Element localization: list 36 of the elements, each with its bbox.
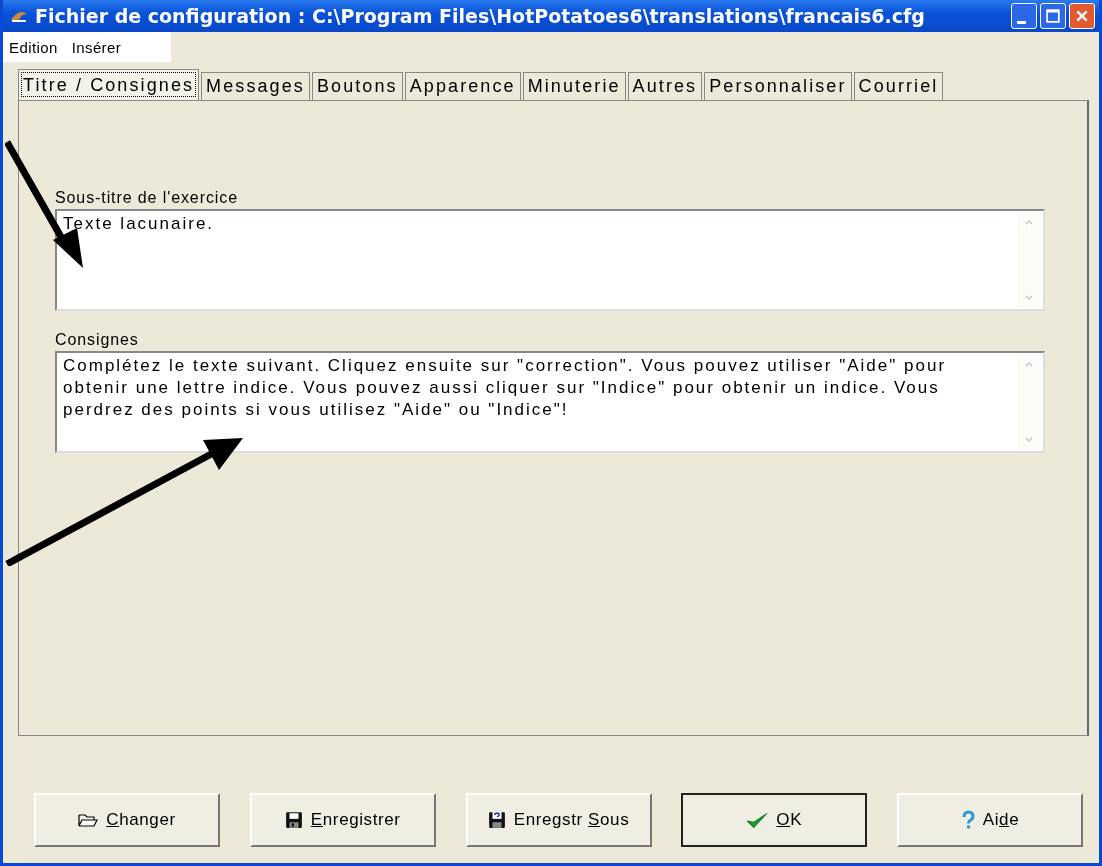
floppy-question-icon <box>487 811 506 829</box>
tab[interactable]: Minuterie <box>522 72 626 100</box>
dialog-button[interactable]: Aide <box>897 793 1083 847</box>
minimize-button[interactable] <box>1011 3 1037 29</box>
scrollbar[interactable] <box>1017 213 1041 307</box>
field-label: Sous-titre de l'exercice <box>55 189 239 207</box>
text-area[interactable]: Texte lacunaire. <box>55 209 1045 311</box>
dialog-button[interactable]: OK <box>681 793 868 847</box>
tab[interactable]: Courriel <box>853 72 944 100</box>
field-label: Consignes <box>55 331 140 349</box>
maximize-icon <box>1046 9 1060 23</box>
tab[interactable]: Messages <box>201 72 310 100</box>
question-mark-icon <box>960 810 975 830</box>
scroll-down-icon <box>1024 435 1034 445</box>
scroll-up-icon <box>1024 217 1034 227</box>
scroll-up-icon <box>1024 359 1034 369</box>
menu-item[interactable]: Insérer <box>71 38 122 56</box>
scroll-down-icon <box>1024 293 1034 303</box>
dialog-button[interactable]: Enregstr Sous <box>465 793 652 847</box>
tab[interactable]: Titre / Consignes <box>18 69 200 100</box>
tab[interactable]: Personnaliser <box>704 72 852 100</box>
text-area[interactable]: Complétez le texte suivant. Cliquez ensuite sur "correction". Vous pouvez utiliser "Aide" pour obtenir une lettre indice. Vous pouvez aussi cliquer sur "Indice" pour obtenir un indice. Vous perdrez des points si vous utilisez "Aide" ou "Indice"! <box>55 351 1045 453</box>
dialog-button[interactable]: Enregistrer <box>249 793 436 847</box>
close-icon <box>1075 9 1089 23</box>
folder-icon <box>78 812 99 828</box>
tab[interactable]: Autres <box>627 72 703 100</box>
maximize-button[interactable] <box>1040 3 1066 29</box>
tab[interactable]: Boutons <box>311 72 403 100</box>
scrollbar[interactable] <box>1017 355 1041 449</box>
menu-item[interactable]: Edition <box>9 38 58 56</box>
dialog-button[interactable]: Changer <box>34 793 220 847</box>
window-title: Fichier de configuration : C:\Program Files\HotPotatoes6\translations\francais6.cfg <box>35 5 926 27</box>
checkmark-icon <box>746 811 769 829</box>
close-button[interactable] <box>1069 3 1095 29</box>
minimize-icon <box>1016 20 1026 24</box>
tab[interactable]: Apparence <box>404 72 521 100</box>
